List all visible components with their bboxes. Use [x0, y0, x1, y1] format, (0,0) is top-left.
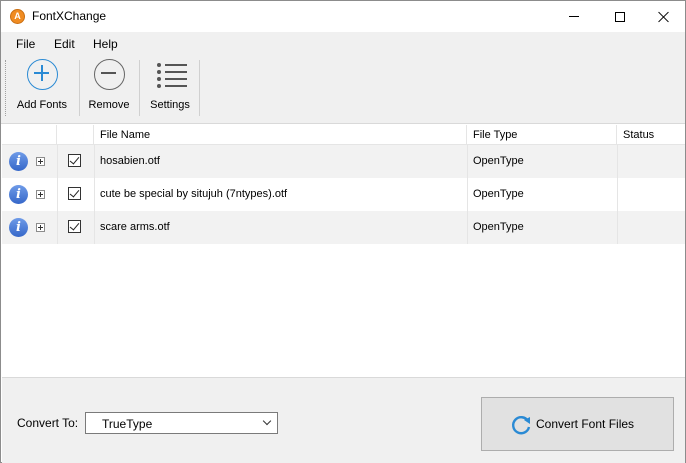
expand-icon[interactable]	[36, 190, 45, 199]
maximize-icon	[615, 11, 625, 22]
table-row[interactable]: i scare arms.otf OpenType	[2, 211, 685, 244]
app-logo-letter: A	[14, 11, 21, 21]
app-window: A FontXChange File Edit Help Add Fonts R…	[0, 0, 686, 463]
convert-font-files-button[interactable]: Convert Font Files	[481, 397, 674, 451]
convert-to-value: TrueType	[102, 417, 153, 431]
toolbar: Add Fonts Remove Settings	[1, 54, 685, 124]
column-header-check[interactable]	[57, 125, 94, 145]
add-fonts-label: Add Fonts	[16, 99, 68, 111]
remove-label: Remove	[88, 99, 130, 111]
minus-circle-icon	[93, 58, 125, 90]
file-name-cell: hosabien.otf	[100, 155, 160, 167]
font-file-list[interactable]: File Name File Type Status i hosabien.ot…	[2, 125, 685, 377]
info-icon[interactable]: i	[9, 152, 28, 171]
minimize-icon	[569, 16, 579, 17]
list-settings-icon	[154, 58, 187, 90]
column-header-file-type[interactable]: File Type	[467, 125, 617, 145]
table-row[interactable]: i hosabien.otf OpenType	[2, 145, 685, 178]
settings-button[interactable]: Settings	[143, 58, 197, 118]
menu-file[interactable]: File	[16, 37, 35, 51]
add-fonts-button[interactable]: Add Fonts	[9, 58, 75, 118]
column-header-info[interactable]	[2, 125, 57, 145]
file-type-cell: OpenType	[473, 221, 524, 233]
expand-icon[interactable]	[36, 223, 45, 232]
refresh-icon	[512, 416, 531, 435]
chevron-down-icon	[262, 416, 272, 426]
convert-to-label: Convert To:	[17, 416, 79, 430]
file-name-cell: cute be special by situjuh (7ntypes).otf	[100, 188, 288, 200]
bottom-panel: Convert To: TrueType Convert Font Files	[2, 377, 685, 463]
menu-bar: File Edit Help	[1, 32, 685, 54]
minimize-button[interactable]	[551, 1, 597, 32]
convert-button-label: Convert Font Files	[536, 417, 635, 431]
toolbar-grip[interactable]	[5, 60, 7, 116]
app-logo-icon: A	[10, 9, 25, 24]
menu-edit[interactable]: Edit	[54, 37, 75, 51]
table-row[interactable]: i cute be special by situjuh (7ntypes).o…	[2, 178, 685, 211]
window-title: FontXChange	[32, 9, 107, 23]
remove-button[interactable]: Remove	[85, 58, 133, 118]
list-header: File Name File Type Status	[2, 125, 685, 145]
file-type-cell: OpenType	[473, 188, 524, 200]
close-icon	[658, 11, 670, 23]
plus-circle-icon	[26, 58, 58, 90]
convert-to-select[interactable]: TrueType	[85, 412, 278, 434]
row-checkbox[interactable]	[68, 187, 81, 200]
maximize-button[interactable]	[597, 1, 643, 32]
column-header-file-name[interactable]: File Name	[94, 125, 467, 145]
column-header-status[interactable]: Status	[617, 125, 685, 145]
expand-icon[interactable]	[36, 157, 45, 166]
toolbar-separator	[139, 60, 140, 116]
toolbar-separator	[79, 60, 80, 116]
toolbar-separator	[199, 60, 200, 116]
title-bar: A FontXChange	[1, 1, 685, 32]
info-icon[interactable]: i	[9, 218, 28, 237]
settings-label: Settings	[150, 99, 190, 111]
file-name-cell: scare arms.otf	[100, 221, 170, 233]
close-button[interactable]	[641, 1, 686, 32]
menu-help[interactable]: Help	[93, 37, 118, 51]
info-icon[interactable]: i	[9, 185, 28, 204]
row-checkbox[interactable]	[68, 154, 81, 167]
file-type-cell: OpenType	[473, 155, 524, 167]
row-checkbox[interactable]	[68, 220, 81, 233]
